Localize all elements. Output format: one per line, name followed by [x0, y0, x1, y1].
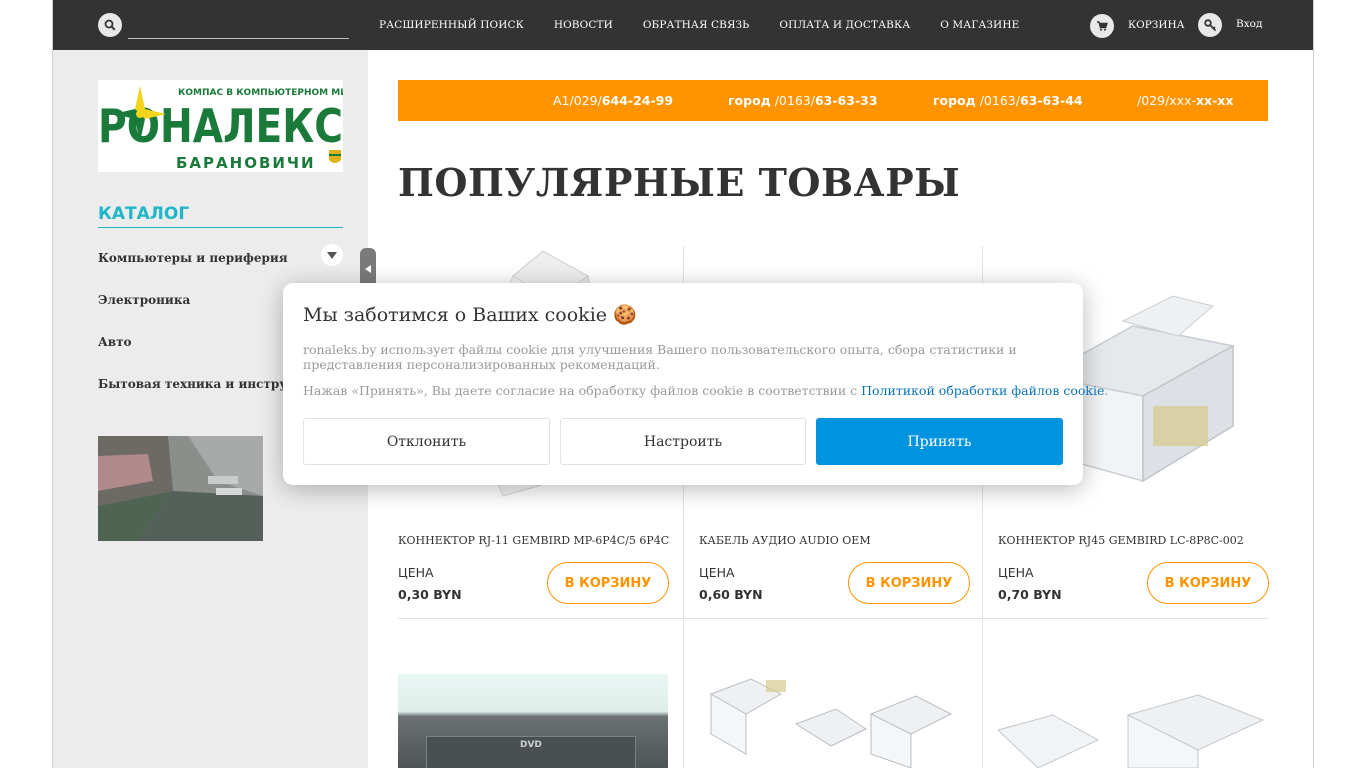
price-label: ЦЕНА [998, 565, 1034, 580]
product-name[interactable]: КОННЕКТОР RJ-11 GEMBIRD MP-6P4C/5 6P4C [398, 534, 669, 547]
phone-mobile[interactable]: /029/xxx-xx-xx [1137, 93, 1233, 108]
product-image[interactable]: DVD [398, 674, 668, 768]
phone-city-1[interactable]: город /0163/63-63-33 [728, 93, 878, 108]
nav-about[interactable]: О МАГАЗИНЕ [940, 19, 1019, 31]
add-to-cart-button[interactable]: В КОРЗИНУ [1147, 562, 1269, 604]
nav-advanced-search[interactable]: РАСШИРЕННЫЙ ПОИСК [379, 19, 524, 31]
nav-feedback[interactable]: ОБРАТНАЯ СВЯЗЬ [643, 19, 750, 31]
cookie-configure-button[interactable]: Настроить [560, 418, 806, 465]
logo-tagline: КОМПАС В КОМПЬЮТЕРНОМ МИРЕ [178, 88, 343, 98]
cart-icon[interactable] [1090, 14, 1114, 38]
phones-bar: A1/029/644-24-99 город /0163/63-63-33 го… [398, 80, 1268, 121]
nav-news[interactable]: НОВОСТИ [554, 19, 613, 31]
product-card: DVD [398, 620, 683, 768]
cart-link[interactable]: КОРЗИНА [1128, 19, 1185, 31]
webcam-image[interactable] [98, 436, 263, 541]
cookie-consent-modal: Мы заботимся о Ваших cookie 🍪 ronaleks.b… [283, 283, 1109, 485]
top-bar: РАСШИРЕННЫЙ ПОИСК НОВОСТИ ОБРАТНАЯ СВЯЗЬ… [53, 0, 1313, 50]
price-value: 0,30 BYN [398, 587, 462, 602]
key-icon[interactable] [1198, 13, 1222, 37]
price-value: 0,70 BYN [998, 587, 1062, 602]
section-title: ПОПУЛЯРНЫЕ ТОВАРЫ [398, 160, 961, 205]
product-image[interactable] [997, 690, 1268, 768]
cookie-title: Мы заботимся о Ваших cookie 🍪 [303, 304, 637, 326]
chevron-down-icon[interactable] [321, 244, 343, 266]
catalog-title: КАТАЛОГ [98, 204, 343, 228]
phone-a1[interactable]: A1/029/644-24-99 [553, 93, 673, 108]
search-input[interactable] [128, 12, 349, 39]
add-to-cart-button[interactable]: В КОРЗИНУ [547, 562, 669, 604]
logo-wordmark: РОНАЛЕКС [98, 99, 343, 153]
site-logo[interactable]: КОМПАС В КОМПЬЮТЕРНОМ МИРЕ РОНАЛЕКС БАРА… [98, 80, 343, 172]
product-image[interactable] [706, 674, 956, 768]
logo-city: БАРАНОВИЧИ [176, 154, 316, 172]
cookie-accept-button[interactable]: Принять [816, 418, 1063, 465]
product-name[interactable]: КОННЕКТОР RJ45 GEMBIRD LC-8P8C-002 [998, 534, 1244, 547]
product-card [683, 620, 983, 768]
price-label: ЦЕНА [398, 565, 434, 580]
category-computers[interactable]: Компьютеры и периферия [98, 251, 288, 265]
add-to-cart-button[interactable]: В КОРЗИНУ [848, 562, 970, 604]
category-electronics[interactable]: Электроника [98, 293, 190, 307]
search-icon[interactable] [98, 13, 122, 37]
main-nav: РАСШИРЕННЫЙ ПОИСК НОВОСТИ ОБРАТНАЯ СВЯЗЬ… [379, 0, 1049, 50]
phone-city-2[interactable]: город /0163/63-63-44 [933, 93, 1083, 108]
price-label: ЦЕНА [699, 565, 735, 580]
price-value: 0,60 BYN [699, 587, 763, 602]
nav-payment-delivery[interactable]: ОПЛАТА И ДОСТАВКА [779, 19, 910, 31]
product-card [982, 620, 1268, 768]
cookie-description: ronaleks.by использует файлы cookie для … [303, 342, 1017, 372]
cookie-policy-link[interactable]: Политикой обработки файлов cookie [861, 383, 1104, 398]
cookie-decline-button[interactable]: Отклонить [303, 418, 550, 465]
category-auto[interactable]: Авто [98, 335, 132, 349]
cookie-consent-text: Нажав «Принять», Вы даете согласие на об… [303, 383, 1109, 398]
login-link[interactable]: Вход [1236, 18, 1262, 30]
product-name[interactable]: КАБЕЛЬ АУДИО AUDIO OEM [699, 534, 871, 547]
